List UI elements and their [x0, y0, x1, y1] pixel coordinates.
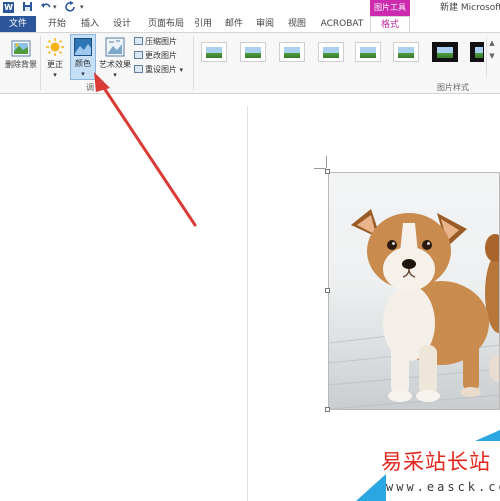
watermark-triangles [356, 430, 500, 501]
watermark-text: 易采站长站 [381, 450, 491, 474]
watermark-url: www.easck.com [386, 480, 500, 494]
